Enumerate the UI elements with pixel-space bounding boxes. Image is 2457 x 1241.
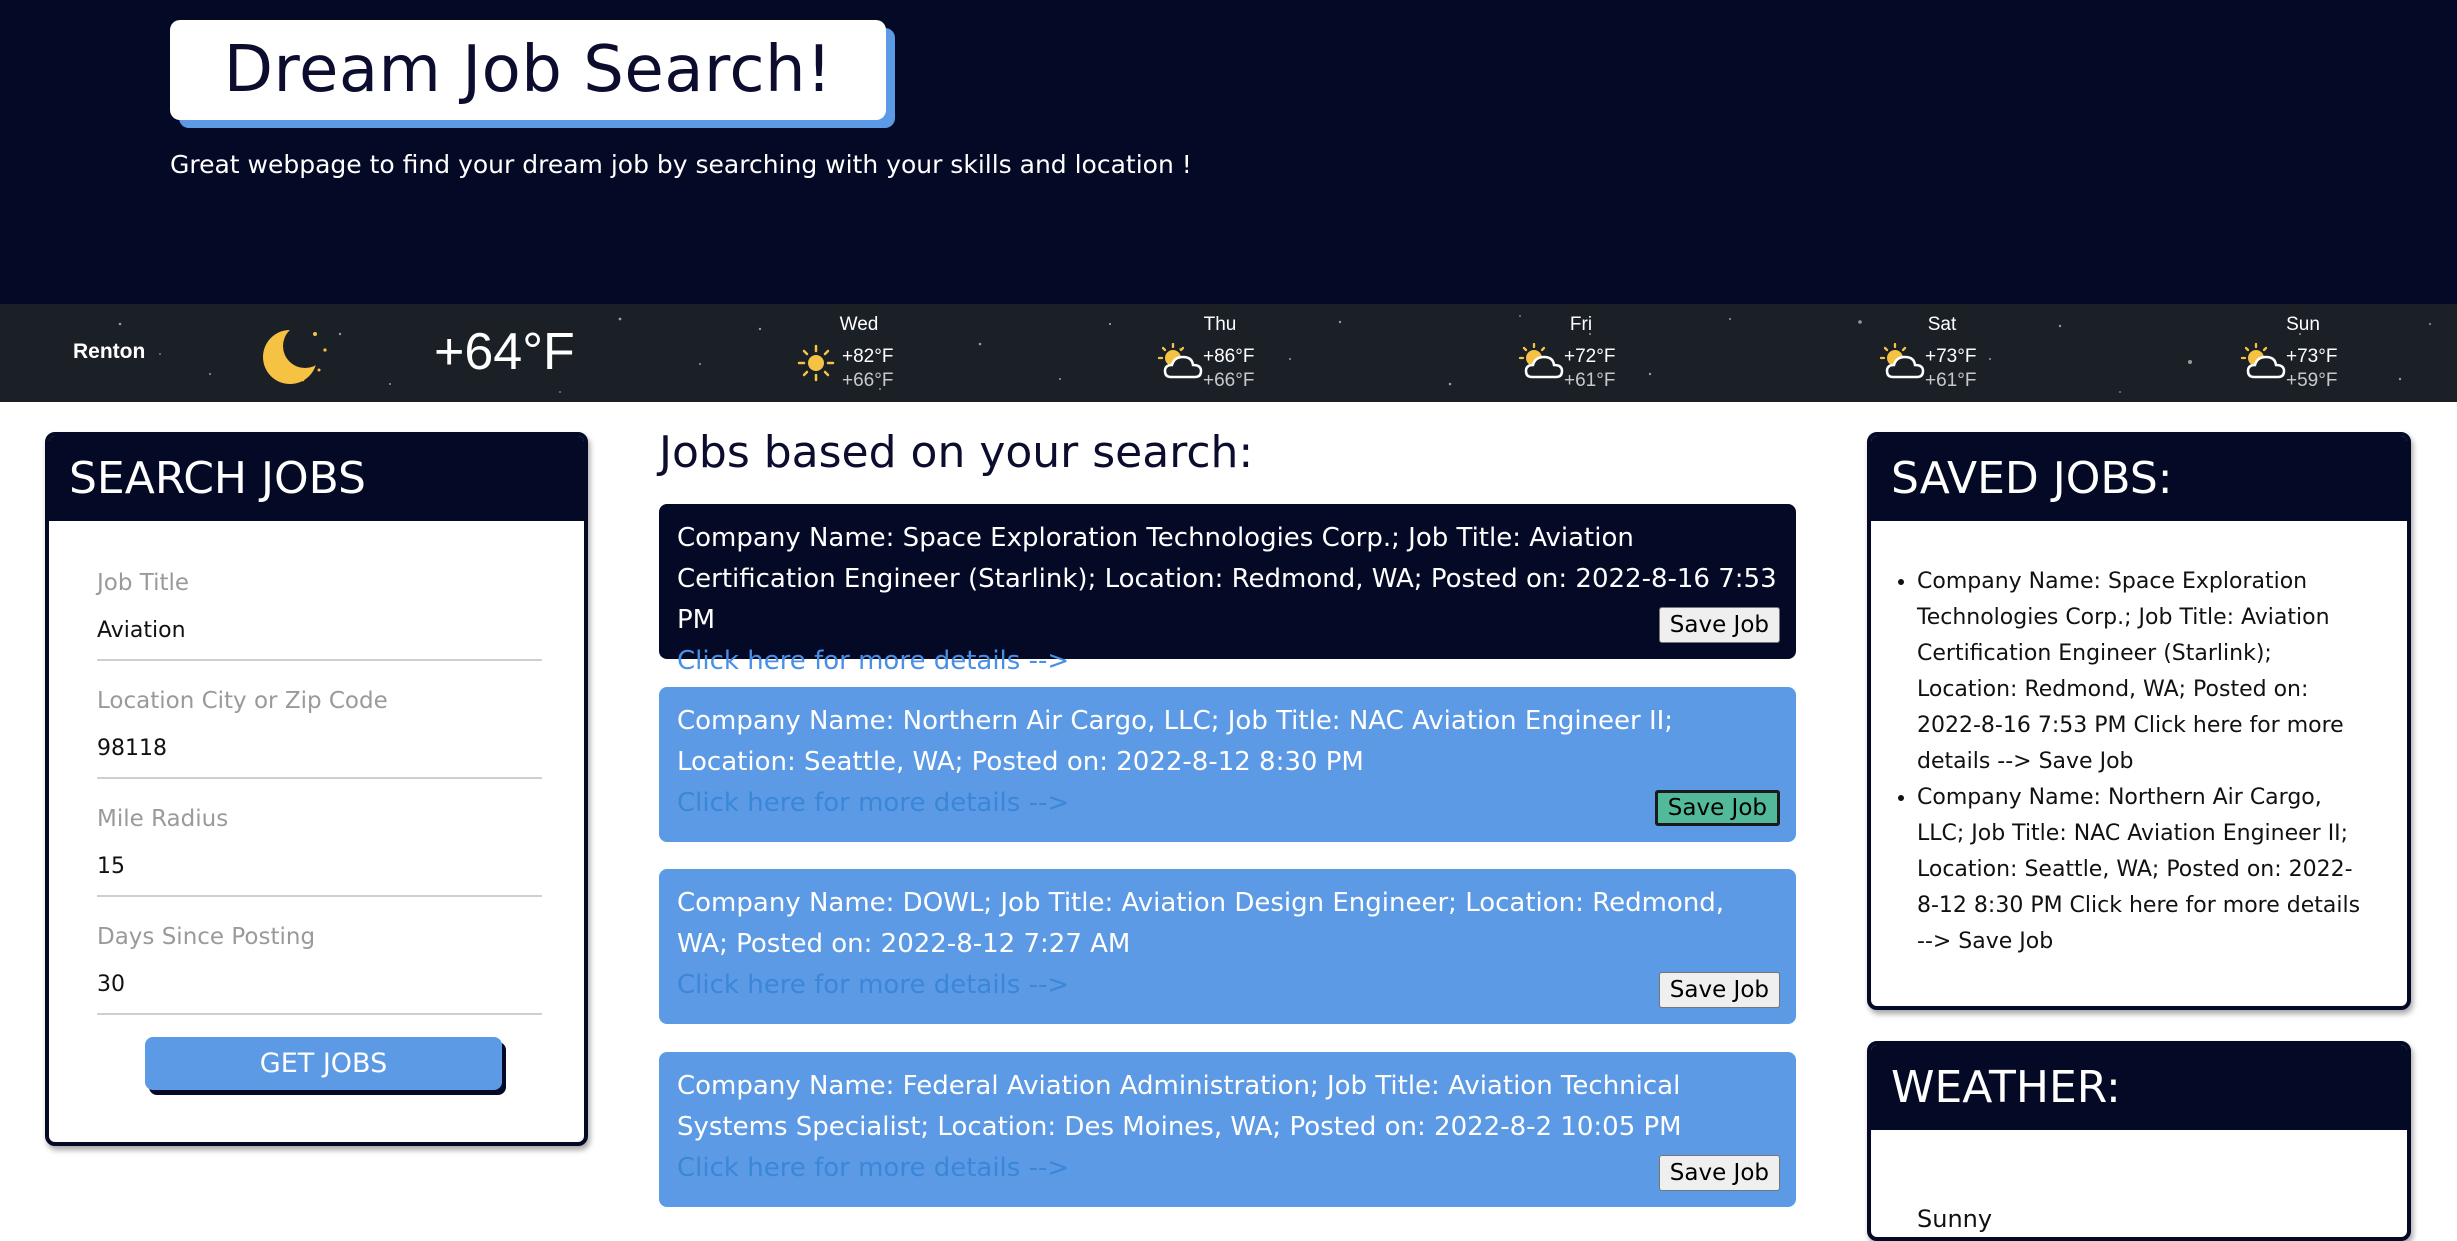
- job-description: Company Name: Federal Aviation Administr…: [677, 1071, 1682, 1142]
- search-jobs-heading: SEARCH JOBS: [49, 436, 584, 521]
- forecast-day-name: Wed: [839, 314, 879, 335]
- forecast-day-thu: Thu +86°F +66°F: [1145, 310, 1295, 400]
- partly-cloudy-icon: [1157, 343, 1203, 379]
- job-details-link[interactable]: Click here for more details -->: [677, 641, 1778, 682]
- job-details-link[interactable]: Click here for more details -->: [677, 1148, 1778, 1189]
- save-job-button[interactable]: Save Job: [1654, 790, 1780, 826]
- saved-jobs-heading: SAVED JOBS:: [1871, 436, 2407, 521]
- weather-description: Sunny: [1917, 1205, 1993, 1233]
- jobs-results-heading: Jobs based on your search:: [659, 427, 1254, 478]
- forecast-high: +82°F: [842, 346, 894, 367]
- location-field: Location City or Zip Code: [97, 688, 542, 779]
- job-title-input[interactable]: [97, 618, 542, 661]
- forecast-high: +73°F: [1925, 346, 1977, 367]
- save-job-button[interactable]: Save Job: [1658, 972, 1780, 1008]
- title-card: Dream Job Search!: [170, 20, 886, 120]
- saved-jobs-list: Company Name: Space Exploration Technolo…: [1917, 564, 2365, 960]
- page-subtitle: Great webpage to find your dream job by …: [170, 150, 1192, 179]
- forecast-low: +61°F: [1925, 370, 1977, 391]
- mile-radius-field: Mile Radius: [97, 806, 542, 897]
- job-card: Company Name: DOWL; Job Title: Aviation …: [659, 869, 1796, 1024]
- job-card: Company Name: Northern Air Cargo, LLC; J…: [659, 687, 1796, 842]
- forecast-day-name: Fri: [1569, 314, 1593, 335]
- forecast-high: +72°F: [1564, 346, 1616, 367]
- forecast-high: +86°F: [1203, 346, 1255, 367]
- job-title-field: Job Title: [97, 570, 542, 661]
- forecast-day-wed: Wed +82°F +66°F: [784, 310, 934, 400]
- forecast-low: +59°F: [2286, 370, 2338, 391]
- job-details-link[interactable]: Click here for more details -->: [677, 965, 1778, 1006]
- location-input[interactable]: [97, 736, 542, 779]
- weather-heading: WEATHER:: [1871, 1045, 2407, 1130]
- job-description: Company Name: Space Exploration Technolo…: [677, 523, 1777, 635]
- moon-night-icon: [263, 324, 327, 384]
- weather-city: Renton: [73, 340, 146, 363]
- partly-cloudy-icon: [1879, 343, 1925, 379]
- forecast-high: +73°F: [2286, 346, 2338, 367]
- days-since-posting-label: Days Since Posting: [97, 924, 316, 950]
- get-jobs-button[interactable]: GET JOBS: [145, 1037, 502, 1090]
- job-card: Company Name: Space Exploration Technolo…: [659, 504, 1796, 676]
- saved-jobs-panel: SAVED JOBS: Company Name: Space Explorat…: [1867, 432, 2411, 1010]
- forecast-day-name: Sun: [2286, 314, 2320, 335]
- partly-cloudy-icon: [2240, 343, 2286, 379]
- mile-radius-label: Mile Radius: [97, 806, 229, 832]
- page-header: Dream Job Search! Great webpage to find …: [0, 0, 2457, 304]
- forecast-low: +61°F: [1564, 370, 1616, 391]
- save-job-button[interactable]: Save Job: [1658, 607, 1780, 643]
- search-jobs-panel: SEARCH JOBS Job Title Location City or Z…: [45, 432, 588, 1146]
- forecast-day-name: Sat: [1927, 314, 1957, 335]
- partly-cloudy-icon: [1518, 343, 1564, 379]
- saved-job-item[interactable]: Company Name: Northern Air Cargo, LLC; J…: [1917, 780, 2365, 960]
- days-since-posting-input[interactable]: [97, 972, 542, 1015]
- forecast-day-sun: Sun +73°F +59°F: [2228, 310, 2378, 400]
- job-description: Company Name: Northern Air Cargo, LLC; J…: [677, 706, 1674, 777]
- forecast-day-sat: Sat +73°F +61°F: [1867, 310, 2017, 400]
- save-job-button[interactable]: Save Job: [1658, 1155, 1780, 1191]
- weather-panel: WEATHER: Sunny: [1867, 1041, 2411, 1241]
- job-description: Company Name: DOWL; Job Title: Aviation …: [677, 888, 1725, 959]
- job-details-link[interactable]: Click here for more details -->: [677, 783, 1778, 824]
- days-since-posting-field: Days Since Posting: [97, 924, 542, 1015]
- forecast-low: +66°F: [1203, 370, 1255, 391]
- sun-icon: [797, 344, 835, 382]
- job-title-label: Job Title: [97, 570, 190, 596]
- forecast-day-fri: Fri +72°F +61°F: [1506, 310, 1656, 400]
- page-title: Dream Job Search!: [223, 33, 833, 107]
- job-card: Company Name: Federal Aviation Administr…: [659, 1052, 1796, 1207]
- location-label: Location City or Zip Code: [97, 688, 388, 714]
- weather-widget[interactable]: Renton +64°F Wed +82°F +66°F Thu +86°F +…: [0, 304, 2457, 402]
- forecast-low: +66°F: [842, 370, 894, 391]
- saved-job-item[interactable]: Company Name: Space Exploration Technolo…: [1917, 564, 2365, 780]
- mile-radius-input[interactable]: [97, 854, 542, 897]
- forecast-day-name: Thu: [1203, 314, 1237, 335]
- weather-current-temp: +64°F: [434, 323, 575, 381]
